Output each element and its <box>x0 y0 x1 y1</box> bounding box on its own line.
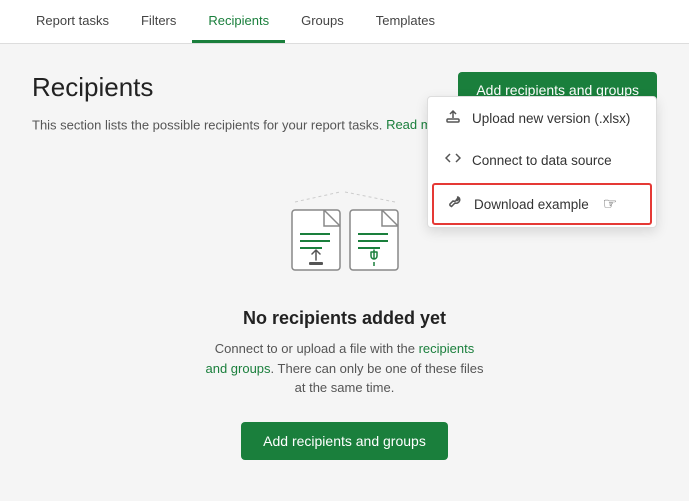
page-title: Recipients <box>32 72 153 103</box>
empty-title: No recipients added yet <box>243 308 446 329</box>
dropdown-upload-label: Upload new version (.xlsx) <box>472 111 630 126</box>
upload-icon <box>444 108 462 128</box>
add-recipients-center-button[interactable]: Add recipients and groups <box>241 422 448 460</box>
dropdown-connect-label: Connect to data source <box>472 153 612 168</box>
dropdown-menu: Upload new version (.xlsx) Connect to da… <box>427 96 657 228</box>
tab-templates[interactable]: Templates <box>360 1 451 43</box>
tab-filters[interactable]: Filters <box>125 1 192 43</box>
dropdown-download[interactable]: Download example ☞ <box>432 183 652 225</box>
recipients-highlight: recipients and groups <box>205 341 474 376</box>
tab-groups[interactable]: Groups <box>285 1 360 43</box>
dropdown-connect[interactable]: Connect to data source <box>428 139 656 181</box>
description-text: This section lists the possible recipien… <box>32 117 382 132</box>
code-icon <box>444 150 462 170</box>
tab-recipients[interactable]: Recipients <box>192 1 285 43</box>
tab-report-tasks[interactable]: Report tasks <box>20 1 125 43</box>
dropdown-download-label: Download example <box>474 197 589 212</box>
dropdown-upload[interactable]: Upload new version (.xlsx) <box>428 97 656 139</box>
illustration <box>280 182 410 292</box>
main-content: Recipients Add recipients and groups Thi… <box>0 44 689 488</box>
cursor-icon: ☞ <box>603 194 617 214</box>
wrench-icon <box>446 194 464 214</box>
top-nav: Report tasks Filters Recipients Groups T… <box>0 0 689 44</box>
empty-description: Connect to or upload a file with the rec… <box>205 339 485 398</box>
